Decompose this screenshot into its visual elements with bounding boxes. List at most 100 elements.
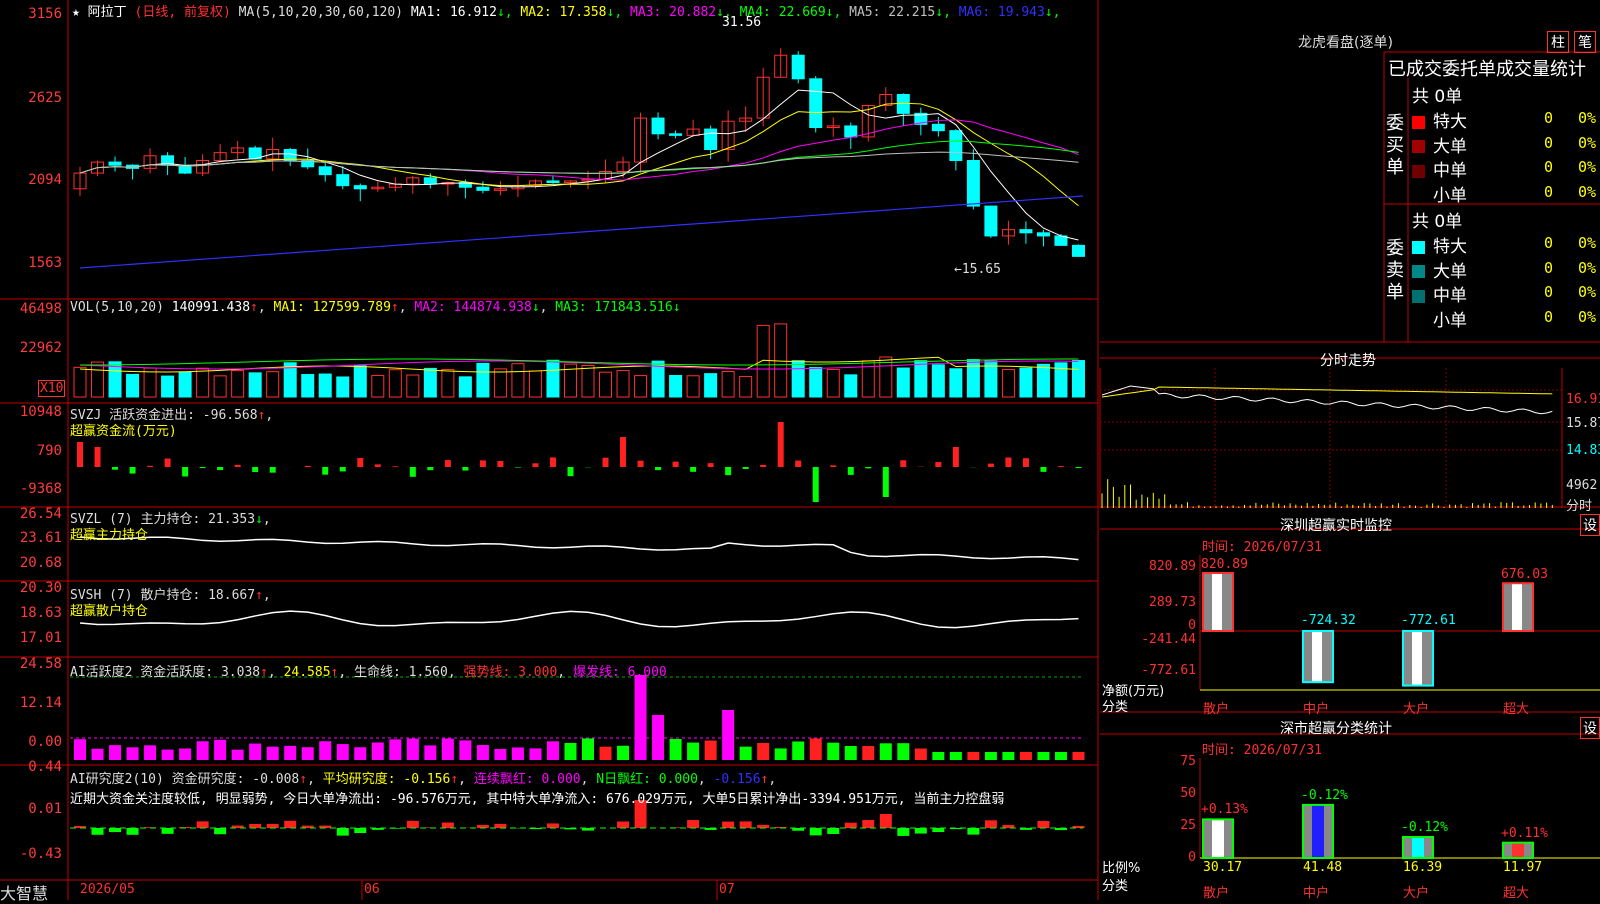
volume-bar [915,361,927,397]
row-pct: 0% [1578,183,1596,201]
svzj-bar [1005,458,1011,467]
row-name: 中单 [1433,286,1467,306]
sz-settings-button[interactable]: 设 [1580,514,1600,536]
row-pct: 0% [1578,134,1596,152]
volume-bar [617,371,629,397]
candle-body [547,181,559,183]
svzj-bar [252,467,258,472]
legend-square-icon [1412,314,1425,327]
ai-active-bar [617,746,629,760]
candle-body [337,175,349,186]
svzj-bar [690,467,696,472]
ai-research-bar [442,823,454,828]
ai-active-bar [284,746,296,760]
ai-active-bar [967,752,979,760]
intraday-avg-line [1102,387,1552,397]
sell-rows-row: 特大 [1412,232,1467,257]
tab-zhu[interactable]: 柱 [1547,31,1569,53]
stock-chart-canvas[interactable] [0,0,1600,900]
svzj-bar [532,463,538,467]
ai-active-bar [792,741,804,760]
ai-research-title: AI研究度2(10) 资金研究度: -0.008 [70,772,299,787]
sell-rows-row: 小单 [1412,306,1467,331]
ai-research-bar [967,828,979,835]
svzj-bar [217,467,223,470]
cls-settings-button[interactable]: 设 [1580,717,1600,739]
volume-bar [424,368,436,397]
cls-title: 深市超赢分类统计 [1280,718,1392,738]
volume-bar [1072,361,1084,397]
sz-category-label: 超大 [1503,698,1529,717]
svsh-line [80,611,1078,628]
ai-research-last: -0.156 [714,772,761,787]
ai-active-bar [985,752,997,760]
buy-side-label: 委买单 [1386,113,1406,179]
svzj-bar [480,460,486,467]
sub-y-label-1-1: 790 [0,443,62,459]
candle-body [354,186,366,189]
sub-y-label-4-2: 0.00 [0,734,62,750]
svzj-bar [725,467,731,475]
ai-active-bar [897,743,909,760]
svzj-bar [708,463,714,467]
ai-active-bar [1020,752,1032,760]
ma-line-1 [80,90,1078,240]
sub-y-label-3-1: 18.63 [0,605,62,621]
row-name: 特大 [1433,237,1467,257]
volume-bar [74,367,86,397]
ai-active-bar [197,741,209,760]
volume-bar [670,376,682,397]
vol-ma1: MA1: 127599.789 [274,300,391,315]
ai-research-bar [547,823,559,828]
ai-research-bar [354,828,366,833]
svzj-bar [497,461,503,467]
ai-active-bar [950,752,962,760]
intraday-title: 分时走势 [1320,350,1376,370]
legend-square-icon [1412,116,1425,129]
ai-research-bar [845,823,857,828]
cls-time: 时间: 2026/07/31 [1202,739,1322,758]
cls-bar-value: 41.48 [1303,860,1342,875]
buy-total: 共 0单 [1412,82,1462,107]
cls-category-label: 中户 [1303,882,1329,901]
ai-active-bar [92,749,104,760]
stock-name: 阿拉丁 [88,5,127,20]
favorite-star-icon[interactable]: ★ [72,5,80,20]
ai-active-bar [1055,752,1067,760]
ai-research-bar [214,828,226,834]
tab-bi[interactable]: 笔 [1574,31,1596,53]
sz-y-label: 820.89 [1120,559,1196,574]
candle-body [967,161,979,207]
sz-monitor-title: 深圳超赢实时监控 [1280,515,1392,535]
ai-active-bar [109,745,121,760]
row-count: 0 [1544,109,1553,127]
volume-bar [705,374,717,397]
ma-value-6: MA6: 19.943 [951,5,1045,20]
legend-square-icon [1412,265,1425,278]
svzj-bar [305,466,311,467]
svzj-bar [567,467,573,476]
ai-active-bar [494,749,506,760]
ai-research-bar [915,828,927,834]
svzj-bar [603,458,609,467]
intraday-unit: 分时 [1566,495,1592,514]
svzj-bar [95,447,101,467]
row-name: 小单 [1433,186,1467,206]
volume-bar [1037,364,1049,397]
svzj-bar [935,462,941,467]
ai-research-bar [162,828,174,834]
cls-y-label: 50 [1150,786,1196,801]
ai-research-bar [197,821,209,828]
row-pct: 0% [1578,234,1596,252]
vol-ma2: MA2: 144874.938 [414,300,531,315]
svzj-bar [200,467,206,468]
row-name: 中单 [1433,161,1467,181]
svzj-bar [813,467,819,502]
sz-bar-highlight [1512,584,1522,630]
ai-active-bar [74,739,86,760]
cls-bar-pct: -0.12% [1301,788,1348,803]
ai-active-title: AI活跃度2 资金活跃度: 3.038 [70,665,260,680]
volume-bar [757,325,769,397]
ai-active-bar [862,746,874,760]
row-count: 0 [1544,259,1553,277]
